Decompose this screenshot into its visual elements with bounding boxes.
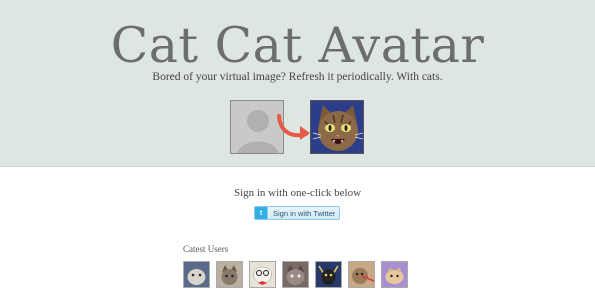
user-avatar-2[interactable]: [216, 261, 243, 288]
latest-users-list: [183, 261, 408, 288]
twitter-signin-label: Sign in with Twitter: [273, 208, 336, 218]
signin-prompt: Sign in with one-click below: [233, 187, 362, 199]
cat-avatar-icon: [184, 262, 209, 287]
twitter-signin-button[interactable]: t Sign in with Twitter: [254, 206, 340, 220]
hero-banner: Cat Cat Avatar Bored of your virtual ima…: [0, 0, 595, 167]
user-avatar-4[interactable]: [282, 261, 309, 288]
cat-avatar-icon: [382, 262, 407, 287]
cat-face-icon: [310, 100, 364, 154]
cat-avatar-icon: [283, 262, 308, 287]
user-avatar-5[interactable]: [315, 261, 342, 288]
user-avatar-1[interactable]: [183, 261, 210, 288]
cat-avatar-icon: [349, 262, 374, 287]
cat-avatar-icon: [217, 262, 242, 287]
user-avatar-6[interactable]: [348, 261, 375, 288]
cat-avatar-icon: [250, 262, 275, 287]
page-subtitle: Bored of your virtual image? Refresh it …: [152, 71, 443, 83]
latest-users-heading: Catest Users: [183, 244, 229, 254]
user-avatar-7[interactable]: [381, 261, 408, 288]
user-avatar-3[interactable]: [249, 261, 276, 288]
cat-avatar-icon: [316, 262, 341, 287]
page-title: Cat Cat Avatar: [110, 17, 485, 74]
twitter-icon: t: [255, 207, 268, 219]
